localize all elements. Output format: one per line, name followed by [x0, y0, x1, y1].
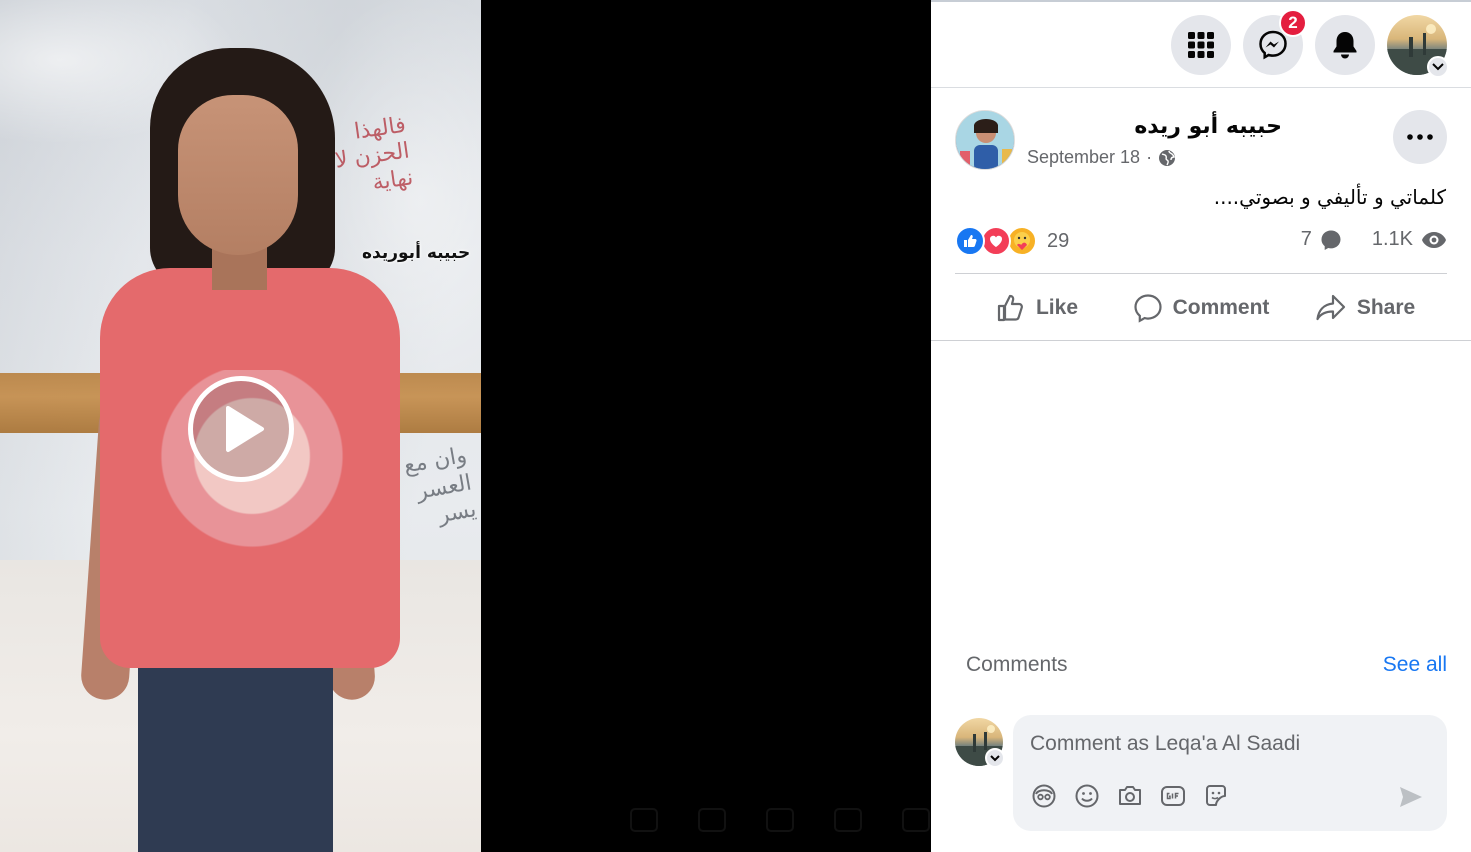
share-button[interactable]: Share — [1283, 280, 1447, 336]
grid-menu-icon — [1188, 32, 1214, 58]
photo-button[interactable] — [1117, 783, 1143, 809]
like-button[interactable]: Like — [955, 280, 1119, 336]
like-reaction-icon — [955, 226, 985, 256]
send-icon — [1400, 787, 1422, 807]
post-actions: Like Comment Share — [955, 280, 1447, 336]
video-player[interactable]: فالهذا الحزن لا نهاية وان مع العسر يسر ح… — [0, 0, 931, 852]
see-all-comments-link[interactable]: See all — [1383, 653, 1447, 677]
like-label: Like — [1035, 296, 1079, 319]
post-options-button[interactable] — [1393, 110, 1447, 164]
camera-icon — [1119, 786, 1141, 805]
comments-heading: Comments — [966, 653, 1068, 676]
bell-icon — [1333, 32, 1357, 59]
author-avatar[interactable] — [955, 110, 1015, 170]
comment-composer — [1013, 715, 1447, 831]
post-sidebar: 2 حبيبه أبو ريده September 18 · كلماتي و… — [931, 0, 1471, 852]
comment-icon — [1133, 294, 1162, 323]
volume-icon — [902, 808, 930, 832]
emoji-button[interactable] — [1074, 783, 1100, 809]
reaction-count: 29 — [1047, 229, 1070, 252]
messenger-button[interactable]: 2 — [1243, 9, 1307, 75]
comment-input[interactable] — [1030, 729, 1410, 759]
menu-button[interactable] — [1171, 15, 1231, 75]
gif-button[interactable] — [1160, 783, 1186, 809]
comment-bubble-icon — [1321, 230, 1341, 250]
avatar-sticker-button[interactable] — [1031, 783, 1057, 809]
author-photo — [956, 111, 1014, 169]
comment-count[interactable]: 7 — [1301, 228, 1312, 251]
post-stats: 7 1.1K — [1301, 228, 1447, 251]
person-jeans — [138, 640, 333, 852]
share-label: Share — [1356, 296, 1416, 319]
notifications-button[interactable] — [1315, 15, 1375, 75]
chevron-down-icon — [1432, 63, 1444, 71]
send-comment-button[interactable] — [1397, 783, 1425, 811]
smiley-icon — [1075, 784, 1099, 808]
controls-icon — [630, 808, 658, 832]
pip-icon — [766, 808, 794, 832]
video-controls-faded — [630, 808, 930, 836]
messenger-icon — [1259, 30, 1287, 60]
comment-label: Comment — [1172, 296, 1270, 319]
globe-icon — [1159, 149, 1176, 166]
messenger-badge: 2 — [1279, 9, 1307, 37]
chevron-down-icon — [990, 754, 1000, 761]
top-navigation: 2 — [931, 0, 1471, 88]
reactions-summary[interactable]: 29 — [955, 226, 1069, 256]
post-date[interactable]: September 18 — [1027, 147, 1140, 168]
eye-icon — [1422, 231, 1446, 248]
post-caption: كلماتي و تأليفي و بصوتي.... — [1213, 185, 1446, 209]
more-horizontal-icon — [1407, 134, 1433, 140]
divider — [931, 340, 1471, 341]
commenter-menu-caret[interactable] — [985, 748, 1005, 768]
view-count: 1.1K — [1371, 228, 1413, 250]
sticker-button[interactable] — [1203, 783, 1229, 809]
post-author[interactable]: حبيبه أبو ريده — [1134, 114, 1282, 139]
play-icon — [226, 406, 264, 452]
avatar-sticker-icon — [1032, 784, 1056, 808]
video-watermark: حبيبه أبوريده — [362, 243, 471, 263]
care-reaction-icon — [1007, 226, 1037, 256]
divider — [955, 273, 1447, 274]
share-icon — [1316, 294, 1345, 321]
account-menu-caret[interactable] — [1427, 56, 1449, 78]
person-face — [178, 95, 298, 255]
settings-icon — [698, 808, 726, 832]
facebook-video-post-viewer: فالهذا الحزن لا نهاية وان مع العسر يسر ح… — [0, 0, 1471, 852]
meta-separator: · — [1146, 147, 1153, 167]
play-button[interactable] — [188, 376, 294, 482]
composer-tools — [1031, 783, 1229, 809]
post-meta: September 18 · — [1027, 147, 1176, 168]
sticker-icon — [1206, 785, 1226, 806]
thumbs-up-icon — [997, 294, 1023, 322]
gif-icon — [1161, 786, 1185, 806]
love-reaction-icon — [981, 226, 1011, 256]
fullscreen-icon — [834, 808, 862, 832]
comment-button[interactable]: Comment — [1119, 280, 1283, 336]
